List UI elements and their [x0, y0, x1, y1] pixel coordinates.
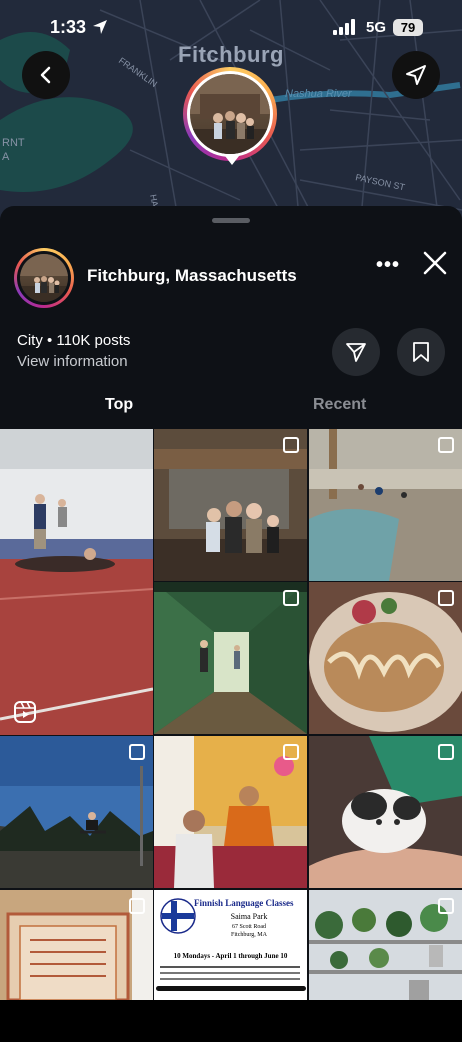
photo-grid: Finnish Language Classes Saima Park 67 S… — [0, 429, 462, 1002]
tab-top[interactable]: Top — [105, 396, 133, 414]
drag-handle[interactable] — [212, 218, 250, 223]
view-information-link[interactable]: View information — [17, 353, 128, 370]
battery-icon: 79 — [393, 19, 423, 36]
back-button[interactable] — [22, 51, 70, 99]
close-icon[interactable] — [420, 248, 450, 278]
bookmark-icon — [413, 342, 429, 362]
flyer-town: Fitchburg, MA — [231, 932, 267, 938]
svg-text:Nashua River: Nashua River — [285, 88, 353, 100]
multiple-posts-icon — [283, 744, 299, 760]
map-location-pin[interactable] — [183, 67, 277, 161]
chevron-left-icon — [40, 66, 51, 84]
multiple-posts-icon — [129, 744, 145, 760]
reels-icon — [14, 701, 36, 723]
grid-tile-monk-ceremony[interactable] — [154, 736, 307, 888]
multiple-posts-icon — [283, 590, 299, 606]
status-bar: 1:33 5G 79 — [0, 0, 462, 56]
grid-tile-green-hallway[interactable] — [154, 582, 307, 734]
flyer-title: Finnish Language Classes — [194, 898, 294, 908]
grid-tile-skateboard-jump[interactable] — [0, 736, 153, 888]
grid-tile-wrestling[interactable] — [0, 429, 153, 735]
directions-button[interactable] — [392, 51, 440, 99]
multiple-posts-icon — [283, 437, 299, 453]
grid-tile-plant-shelves[interactable] — [309, 890, 462, 1000]
grid-tile-decorative-menu[interactable] — [0, 890, 153, 1042]
finland-flag-icon — [160, 898, 196, 934]
svg-text:A: A — [2, 151, 10, 163]
navigation-arrow-icon — [406, 65, 426, 85]
svg-text:PAYSON ST: PAYSON ST — [355, 172, 407, 192]
place-category-posts: City • 110K posts — [17, 332, 131, 349]
send-icon — [346, 343, 366, 362]
multiple-posts-icon — [438, 590, 454, 606]
grid-tile-kitten[interactable] — [309, 736, 462, 888]
pin-pointer — [225, 156, 239, 165]
status-time: 1:33 — [50, 17, 87, 37]
network-type: 5G — [366, 19, 387, 36]
multiple-posts-icon — [438, 898, 454, 914]
svg-text:RNT: RNT — [2, 137, 25, 149]
tab-recent[interactable]: Recent — [313, 396, 366, 414]
home-indicator — [156, 986, 306, 991]
signal-icon — [333, 19, 355, 35]
grid-tile-family-fireplace[interactable] — [154, 429, 307, 581]
flyer-dates: 10 Mondays - April 1 through June 10 — [173, 952, 288, 960]
flyer-venue: Saima Park — [230, 912, 268, 921]
multiple-posts-icon — [129, 898, 145, 914]
location-avatar[interactable] — [14, 248, 74, 308]
grid-tile-finnish-flyer[interactable]: Finnish Language Classes Saima Park 67 S… — [154, 890, 307, 1000]
more-options-button[interactable]: ••• — [376, 254, 400, 277]
share-button[interactable] — [332, 328, 380, 376]
grid-tile-water-park[interactable] — [309, 429, 462, 581]
save-button[interactable] — [397, 328, 445, 376]
multiple-posts-icon — [438, 744, 454, 760]
pin-photo — [190, 74, 270, 154]
grid-tile-dessert-plate[interactable] — [309, 582, 462, 734]
place-title: Fitchburg, Massachusetts — [87, 266, 297, 285]
multiple-posts-icon — [438, 437, 454, 453]
location-arrow-icon — [93, 20, 107, 34]
flyer-address: 67 Scott Road — [232, 924, 266, 930]
